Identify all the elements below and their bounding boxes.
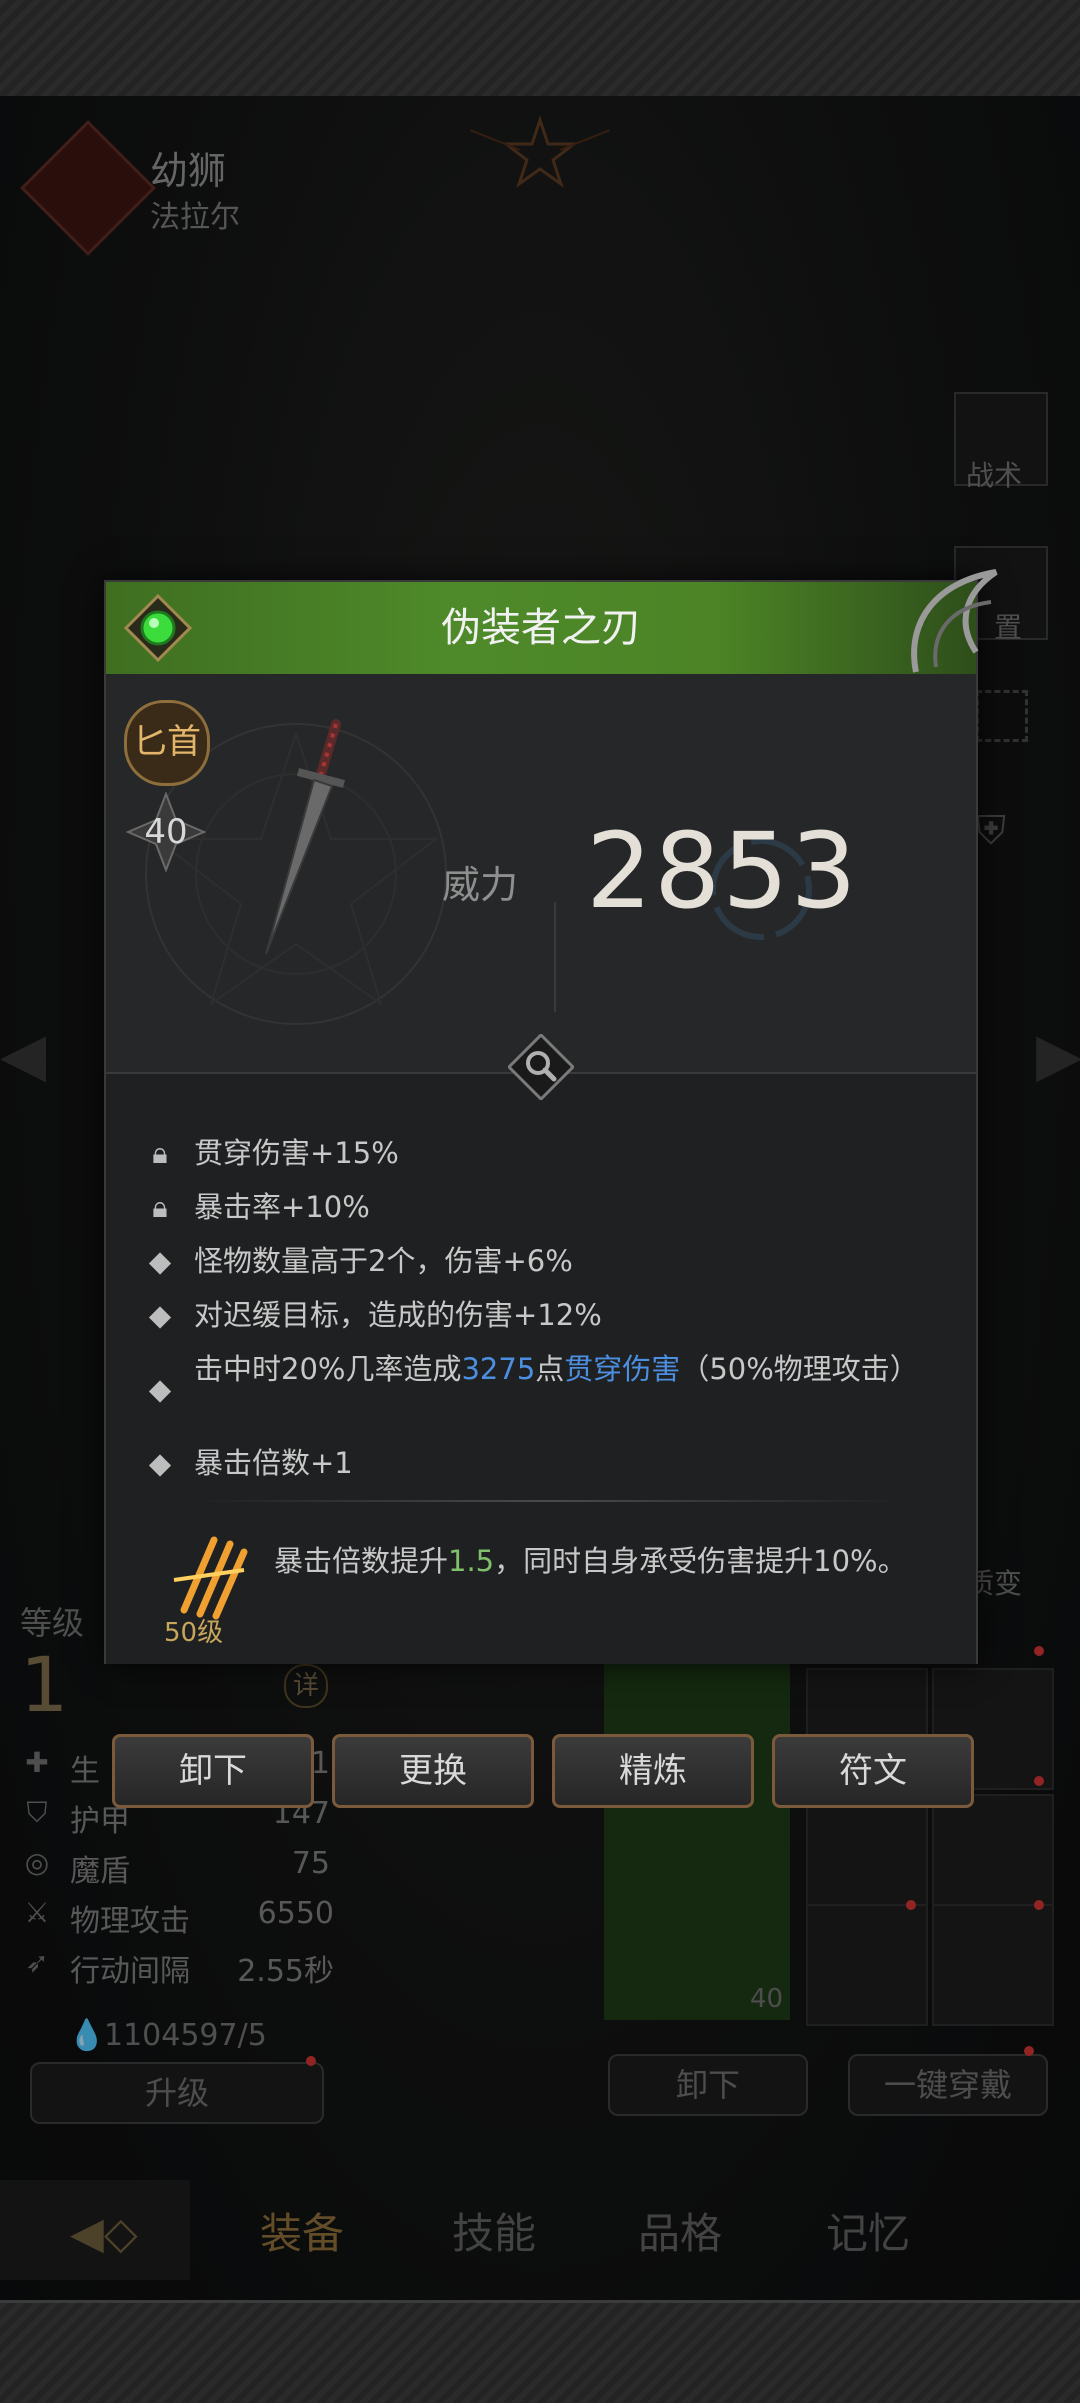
replace-button[interactable]: 更换 (332, 1734, 534, 1808)
weapon-level-value: 40 (144, 812, 188, 852)
diamond-bullet-icon: ◆ (148, 1372, 172, 1406)
affix-text: 暴击率+10% (194, 1190, 370, 1224)
affix-text: 对迟缓目标，造成的伤害+12% (194, 1298, 602, 1332)
passive-level: 50级 (164, 1618, 224, 1648)
crit-claw-icon (173, 1536, 248, 1620)
affix-text: 暴击倍数+1 (194, 1446, 353, 1480)
affix-row: 🔒︎ 暴击率+10% (144, 1188, 944, 1226)
affix-text: 击中时20%几率造成3275点贯穿伤害（50%物理攻击） (194, 1352, 919, 1386)
affix-row: ◆ 对迟缓目标，造成的伤害+12% (144, 1296, 944, 1334)
affix-row: ◆ 暴击倍数+1 (144, 1444, 944, 1482)
affix-text: 怪物数量高于2个，伤害+6% (194, 1244, 573, 1278)
power-label: 威力 (442, 863, 519, 907)
diamond-bullet-icon: ◆ (148, 1244, 172, 1278)
diamond-bullet-icon: ◆ (148, 1446, 172, 1480)
affix-row: ◆ 怪物数量高于2个，伤害+6% (144, 1242, 944, 1280)
affix-text: 贯穿伤害+15% (194, 1136, 399, 1170)
refine-button[interactable]: 精炼 (552, 1734, 754, 1808)
rune-button[interactable]: 符文 (772, 1734, 974, 1808)
affix-row: ◆ 击中时20%几率造成3275点贯穿伤害（50%物理攻击） (144, 1350, 944, 1430)
power-value: 2853 (586, 810, 859, 932)
power-divider (554, 902, 556, 1012)
dagger-icon (265, 719, 346, 955)
green-gem-icon (124, 594, 192, 662)
lock-icon: 🔒︎ (152, 1136, 168, 1170)
bottom-frame (0, 2300, 1080, 2403)
magnifier-icon[interactable] (508, 1034, 574, 1100)
passive-text: 暴击倍数提升1.5，同时自身承受伤害提升10%。 (274, 1544, 907, 1578)
unequip-button[interactable]: 卸下 (112, 1734, 314, 1808)
lock-icon: 🔒︎ (152, 1190, 168, 1224)
affix-row: 🔒︎ 贯穿伤害+15% (144, 1134, 944, 1172)
diamond-bullet-icon: ◆ (148, 1298, 172, 1332)
top-frame (0, 0, 1080, 99)
weapon-type-badge: 匕首 (124, 700, 210, 786)
item-name: 伪装者之刃 (441, 605, 641, 651)
weapon-level-badge: 40 (126, 792, 206, 872)
corner-flourish-icon (911, 569, 998, 673)
affix-divider (194, 1500, 904, 1502)
item-detail-dialog: 伪装者之刃 匕首 40 威力 2853 🔒︎ 贯穿伤害+15% 🔒︎ 暴击率+1… (104, 569, 998, 1664)
